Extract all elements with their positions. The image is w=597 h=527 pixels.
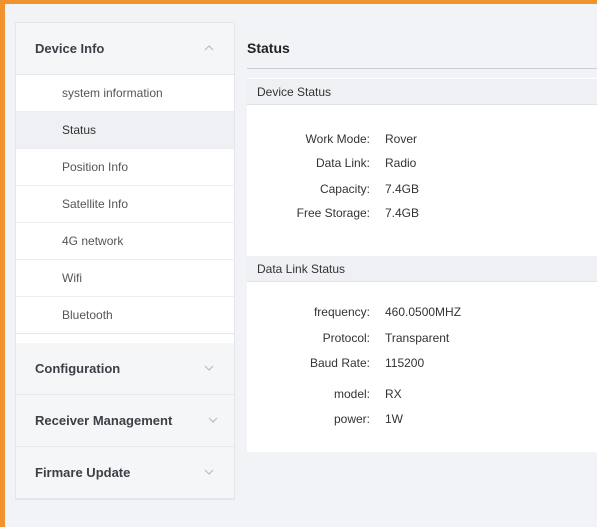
device-status-header: Device Status [247,79,597,105]
capacity-row: Capacity: 7.4GB [247,180,597,200]
field-value: Transparent [385,331,450,345]
field-label: Free Storage: [296,206,370,220]
work-mode-row: Work Mode: Rover [247,130,597,150]
sidebar-group-label: Configuration [35,361,121,376]
data-link-row: Data Link: Radio [247,154,597,174]
chevron-down-icon [208,415,218,425]
data-link-status-header: Data Link Status [247,256,597,282]
sidebar-group-configuration[interactable]: Configuration [16,343,234,395]
model-row: model: RX [247,385,597,405]
field-value: 7.4GB [385,182,420,196]
sidebar-item-wifi[interactable]: Wifi [16,260,234,297]
field-value: Rover [385,132,418,146]
sidebar-item-label: Wifi [62,271,82,285]
sidebar-group-label: Receiver Management [35,413,173,428]
sidebar-item-label: Satellite Info [62,197,129,211]
field-label: Data Link: [315,156,370,170]
field-label: Work Mode: [305,132,370,146]
field-label: power: [333,412,370,426]
sidebar-group-receiver-management[interactable]: Receiver Management [16,395,234,447]
field-value: Radio [385,156,417,170]
field-value: 460.0500MHZ [385,305,462,319]
sidebar-group-device-info[interactable]: Device Info [16,23,234,75]
sidebar-item-label: 4G network [62,234,124,248]
sidebar-item-satellite-info[interactable]: Satellite Info [16,186,234,223]
sidebar-item-position-info[interactable]: Position Info [16,149,234,186]
sidebar-item-label: Status [62,123,97,137]
protocol-row: Protocol: Transparent [247,329,597,349]
field-value: RX [385,387,402,401]
sidebar-item-4g-network[interactable]: 4G network [16,223,234,260]
page-title: Status [247,40,290,56]
sidebar-item-label: system information [62,86,163,100]
field-value: 7.4GB [385,206,420,220]
field-value: 1W [385,412,403,426]
sidebar-item-status[interactable]: Status [16,112,234,149]
sidebar-group-label: Device Info [35,41,105,56]
chevron-down-icon [204,467,214,477]
power-row: power: 1W [247,410,597,430]
sidebar-item-label: Bluetooth [62,308,113,322]
field-label: Capacity: [319,182,370,196]
free-storage-row: Free Storage: 7.4GB [247,204,597,224]
sidebar-group-label: Firmare Update [35,465,131,480]
chevron-up-icon [204,43,214,53]
sidebar-item-system-information[interactable]: system information [16,75,234,112]
baud-rate-row: Baud Rate: 115200 [247,354,597,374]
sidebar-group-firmware-update[interactable]: Firmare Update [16,447,234,499]
sidebar-item-bluetooth[interactable]: Bluetooth [16,297,234,334]
chevron-down-icon [204,363,214,373]
field-label: Baud Rate: [309,356,370,370]
field-label: model: [333,387,370,401]
field-value: 115200 [385,356,425,370]
title-divider [247,68,597,69]
frequency-row: frequency: 460.0500MHZ [247,303,597,323]
sidebar-item-label: Position Info [62,160,129,174]
sidebar: Device Info system information Status Po… [15,22,235,500]
field-label: Protocol: [322,331,370,345]
field-label: frequency: [313,305,370,319]
